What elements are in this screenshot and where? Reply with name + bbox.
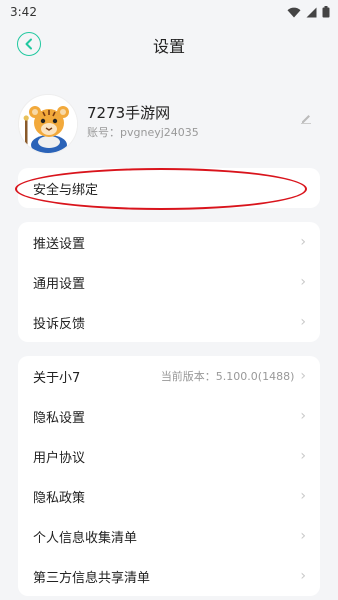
profile-account: 账号：pvgneyj24035 [87,126,199,139]
tiger-avatar-icon [19,95,77,153]
security-card: 安全与绑定 [18,168,320,208]
status-time: 3:42 [10,5,37,19]
back-button[interactable] [17,32,41,56]
edit-pencil-icon[interactable] [300,112,312,124]
settings-group-two: 关于小7 当前版本：5.100.0(1488) › 隐私设置 › 用户协议 › … [18,356,320,596]
row-label: 个人信息收集清单 [33,530,138,546]
row-label: 第三方信息共享清单 [33,570,151,586]
settings-row-user-agreement[interactable]: 用户协议 › [18,436,320,476]
chevron-right-icon: › [300,528,306,544]
chevron-right-icon: › [300,448,306,464]
row-label: 安全与绑定 [33,182,99,198]
settings-row-security[interactable]: 安全与绑定 [18,168,320,208]
profile-name: 7273手游网 [87,104,171,122]
settings-row-privacy-policy[interactable]: 隐私政策 › [18,476,320,516]
row-label: 用户协议 [33,450,86,466]
chevron-right-icon: › [300,488,306,504]
settings-row-privacy-settings[interactable]: 隐私设置 › [18,396,320,436]
signal-icon [306,7,317,17]
profile-section[interactable]: 7273手游网 账号：pvgneyj24035 [0,90,338,160]
row-label: 投诉反馈 [33,316,86,332]
settings-group-one: 推送设置 › 通用设置 › 投诉反馈 › [18,222,320,342]
chevron-right-icon: › [300,274,306,290]
status-bar: 3:42 [0,0,338,24]
settings-row-push[interactable]: 推送设置 › [18,222,320,262]
page-title: 设置 [152,37,185,56]
settings-row-general[interactable]: 通用设置 › [18,262,320,302]
chevron-right-icon: › [300,314,306,330]
settings-row-feedback[interactable]: 投诉反馈 › [18,302,320,342]
row-label: 隐私设置 [33,410,86,426]
avatar[interactable] [18,94,78,154]
row-label: 隐私政策 [33,490,86,506]
row-label: 通用设置 [33,276,86,292]
settings-row-personal-info-list[interactable]: 个人信息收集清单 › [18,516,320,556]
status-icons [287,6,330,18]
row-label: 推送设置 [33,236,86,252]
version-text: 当前版本：5.100.0(1488) [160,370,295,383]
chevron-right-icon: › [300,368,306,384]
settings-row-about[interactable]: 关于小7 当前版本：5.100.0(1488) › [18,356,320,396]
battery-icon [322,6,330,18]
wifi-icon [287,7,301,17]
chevron-right-icon: › [300,234,306,250]
nav-bar: 设置 [0,24,338,66]
back-arrow-icon [25,38,32,50]
chevron-right-icon: › [300,408,306,424]
row-label: 关于小7 [33,370,81,386]
chevron-right-icon: › [300,568,306,584]
settings-row-third-party-list[interactable]: 第三方信息共享清单 › [18,556,320,596]
